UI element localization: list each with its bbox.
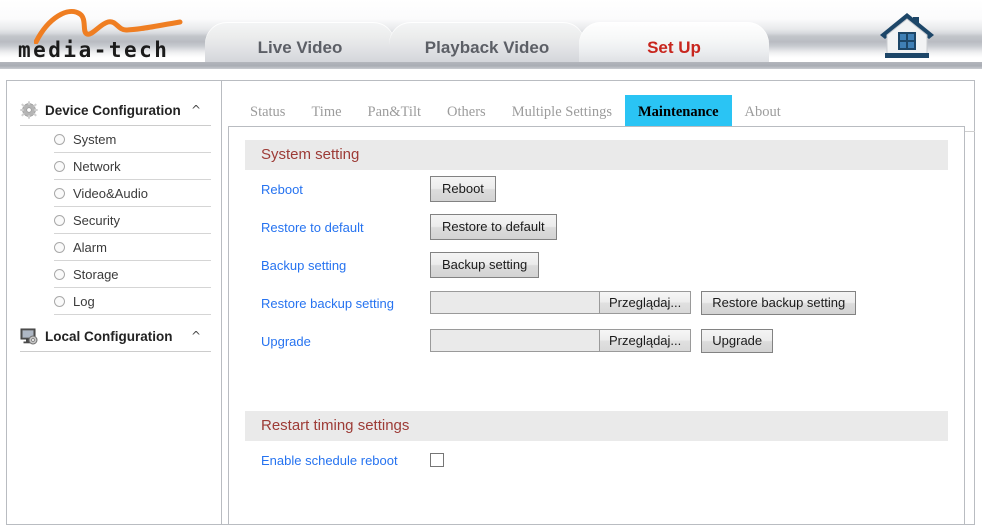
row-enable-schedule-reboot-label: Enable schedule reboot	[261, 452, 398, 468]
sidebar-item-alarm-label: Alarm	[73, 239, 107, 255]
gear-icon	[20, 101, 38, 119]
tab-others-label: Others	[447, 104, 486, 120]
tab-maintenance[interactable]: Maintenance	[624, 95, 732, 129]
page-frame: Device Configuration ^ System Network Vi…	[6, 80, 975, 525]
tab-pan-tilt[interactable]: Pan&Tilt	[355, 95, 434, 129]
sidebar-item-log-label: Log	[73, 293, 95, 309]
radio-bullet-icon	[54, 187, 65, 199]
radio-bullet-icon	[54, 160, 65, 172]
row-backup-setting-control: Backup setting	[430, 251, 540, 279]
backup-setting-button[interactable]: Backup setting	[430, 251, 540, 279]
row-restore-to-default: Restore to default Restore to default	[245, 208, 964, 246]
brand-name: media-tech	[18, 38, 170, 62]
row-restore-backup-setting-label: Restore backup setting	[261, 295, 394, 311]
maintenance-panel: System setting Reboot Reboot Restore to …	[228, 126, 965, 524]
row-upgrade: Upgrade Przeglądaj... Upgrade	[245, 322, 964, 360]
nav-tab-playback-video-label: Playback Video	[424, 38, 550, 57]
row-enable-schedule-reboot-control	[430, 453, 444, 467]
restore-backup-setting-button[interactable]: Restore backup setting	[701, 290, 857, 316]
row-restore-to-default-label: Restore to default	[261, 219, 364, 235]
nav-tab-live-video-label: Live Video	[257, 38, 343, 57]
tab-maintenance-label: Maintenance	[637, 104, 719, 120]
brand-logo[interactable]: media-tech	[18, 8, 200, 67]
radio-bullet-icon	[54, 295, 65, 307]
row-restore-to-default-control: Restore to default	[430, 213, 557, 241]
tab-about[interactable]: About	[732, 95, 794, 129]
chevron-up-icon[interactable]: ^	[191, 104, 201, 116]
sidebar-item-storage[interactable]: Storage	[54, 261, 211, 288]
enable-schedule-reboot-checkbox[interactable]	[430, 453, 444, 467]
radio-bullet-icon	[54, 241, 65, 253]
upgrade-browse-button[interactable]: Przeglądaj...	[599, 330, 691, 352]
radio-bullet-icon	[54, 133, 65, 145]
upgrade-button[interactable]: Upgrade	[701, 328, 774, 354]
sidebar-item-network-label: Network	[73, 158, 121, 174]
chevron-up-icon[interactable]: ^	[191, 330, 201, 342]
row-backup-setting: Backup setting Backup setting	[245, 246, 964, 284]
restore-backup-file-input[interactable]: Przeglądaj...	[430, 291, 692, 315]
sidebar-group-local-configuration-label: Local Configuration	[45, 328, 173, 344]
sidebar-group-device-configuration-label: Device Configuration	[45, 102, 181, 118]
row-reboot-control: Reboot	[430, 175, 496, 203]
home-icon[interactable]	[877, 11, 937, 63]
sidebar-device-items: System Network Video&Audio Security Alar…	[54, 126, 211, 315]
row-upgrade-label: Upgrade	[261, 333, 311, 349]
section-title-system-setting: System setting	[245, 140, 948, 170]
sidebar-item-network[interactable]: Network	[54, 153, 211, 180]
tab-others[interactable]: Others	[434, 95, 499, 129]
tab-status-label: Status	[250, 104, 286, 120]
radio-bullet-icon	[54, 268, 65, 280]
sidebar-item-video-audio-label: Video&Audio	[73, 185, 148, 201]
tab-pan-tilt-label: Pan&Tilt	[367, 104, 422, 120]
sidebar-group-local-configuration[interactable]: Local Configuration ^	[20, 321, 211, 352]
tab-status[interactable]: Status	[237, 95, 298, 129]
tab-time-label: Time	[311, 104, 342, 120]
sidebar-item-alarm[interactable]: Alarm	[54, 234, 211, 261]
sidebar: Device Configuration ^ System Network Vi…	[7, 81, 222, 524]
nav-tab-set-up-label: Set Up	[647, 38, 701, 57]
tab-multiple-settings-label: Multiple Settings	[511, 104, 612, 120]
upgrade-file-path	[431, 330, 599, 352]
radio-bullet-icon	[54, 214, 65, 226]
sidebar-item-system[interactable]: System	[54, 126, 211, 153]
sidebar-item-storage-label: Storage	[73, 266, 119, 282]
row-enable-schedule-reboot: Enable schedule reboot	[245, 441, 964, 479]
section-title-restart-timing-settings: Restart timing settings	[245, 411, 948, 441]
tab-time[interactable]: Time	[298, 95, 354, 129]
tab-multiple-settings[interactable]: Multiple Settings	[499, 95, 625, 129]
sidebar-item-security[interactable]: Security	[54, 207, 211, 234]
monitor-gear-icon	[20, 328, 38, 345]
restore-to-default-button[interactable]: Restore to default	[430, 213, 557, 241]
site-header: media-tech Live Video Playback Video Set…	[0, 0, 982, 72]
header-bottom-band	[0, 62, 982, 69]
row-restore-backup-setting-control: Przeglądaj... Restore backup setting	[430, 290, 857, 316]
restore-backup-file-path	[431, 292, 599, 314]
sidebar-item-security-label: Security	[73, 212, 120, 228]
upgrade-file-input[interactable]: Przeglądaj...	[430, 329, 692, 353]
row-reboot-label: Reboot	[261, 181, 303, 197]
row-backup-setting-label: Backup setting	[261, 257, 347, 273]
sidebar-group-device-configuration[interactable]: Device Configuration ^	[20, 95, 211, 126]
content-area: Status Time Pan&Tilt Others Multiple Set…	[223, 81, 975, 524]
restore-backup-browse-button[interactable]: Przeglądaj...	[599, 292, 691, 314]
tab-about-label: About	[744, 104, 781, 120]
row-restore-backup-setting: Restore backup setting Przeglądaj... Res…	[245, 284, 964, 322]
row-upgrade-control: Przeglądaj... Upgrade	[430, 328, 774, 354]
row-reboot: Reboot Reboot	[245, 170, 964, 208]
reboot-button[interactable]: Reboot	[430, 175, 496, 203]
sidebar-item-video-audio[interactable]: Video&Audio	[54, 180, 211, 207]
sidebar-item-system-label: System	[73, 131, 117, 147]
sidebar-item-log[interactable]: Log	[54, 288, 211, 315]
